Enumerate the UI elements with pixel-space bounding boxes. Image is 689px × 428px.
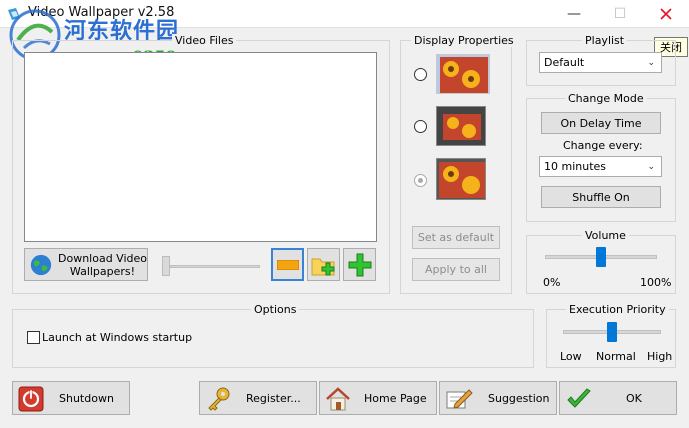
change-every-label: Change every: <box>563 139 643 152</box>
shutdown-button[interactable]: Shutdown <box>12 381 130 415</box>
launch-startup-checkbox[interactable] <box>27 331 40 344</box>
chevron-down-icon: ⌄ <box>647 58 655 68</box>
priority-normal-label: Normal <box>596 350 636 363</box>
remove-button[interactable] <box>271 248 304 281</box>
display-option-fit[interactable] <box>414 174 427 187</box>
playlist-selected: Default <box>544 56 585 69</box>
power-icon <box>18 386 44 412</box>
volume-slider-knob[interactable] <box>596 247 606 267</box>
suggestion-label: Suggestion <box>488 391 550 405</box>
video-files-label: Video Files <box>172 34 237 47</box>
download-videos-label: Download Video Wallpapers! <box>58 251 147 278</box>
checkmark-icon <box>567 388 591 408</box>
close-icon <box>660 8 672 20</box>
display-option-center[interactable] <box>414 120 427 133</box>
display-center-preview <box>436 106 486 146</box>
apply-to-all-button[interactable]: Apply to all <box>412 258 500 281</box>
ok-button[interactable]: OK <box>559 381 677 415</box>
minimize-button[interactable]: — <box>551 0 597 28</box>
video-files-list[interactable] <box>24 52 377 242</box>
minimize-icon: — <box>567 6 581 22</box>
add-file-button[interactable] <box>343 248 376 281</box>
download-videos-button[interactable]: Download Video Wallpapers! <box>24 248 148 281</box>
priority-slider-knob[interactable] <box>607 322 617 342</box>
home-icon <box>326 387 350 411</box>
mode-button[interactable]: On Delay Time <box>541 112 661 134</box>
chevron-down-icon: ⌄ <box>647 162 655 172</box>
volume-label: Volume <box>582 229 629 242</box>
priority-label: Execution Priority <box>566 303 669 316</box>
interval-select[interactable]: 10 minutes ⌄ <box>539 156 662 177</box>
playlist-label: Playlist <box>582 34 628 47</box>
minus-icon <box>276 259 299 270</box>
volume-max-label: 100% <box>640 276 672 289</box>
video-slider-thumb[interactable] <box>162 256 170 276</box>
globe-icon <box>30 254 52 275</box>
launch-startup-label: Launch at Windows startup <box>42 331 193 344</box>
display-fit-preview <box>436 158 486 200</box>
playlist-select[interactable]: Default ⌄ <box>539 52 662 73</box>
priority-high-label: High <box>647 350 673 363</box>
key-icon <box>208 387 230 411</box>
add-folder-button[interactable] <box>307 248 340 281</box>
maximize-icon: ☐ <box>613 6 627 22</box>
home-page-label: Home Page <box>364 391 427 405</box>
display-option-stretch[interactable] <box>414 68 427 81</box>
pencil-note-icon <box>446 389 473 409</box>
display-properties-label: Display Properties <box>411 34 517 47</box>
suggestion-button[interactable]: Suggestion <box>439 381 557 415</box>
priority-low-label: Low <box>560 350 582 363</box>
shutdown-label: Shutdown <box>59 391 114 405</box>
shuffle-button[interactable]: Shuffle On <box>541 186 661 208</box>
video-slider-track[interactable] <box>170 265 260 268</box>
change-mode-label: Change Mode <box>565 92 647 105</box>
home-page-button[interactable]: Home Page <box>319 381 437 415</box>
ok-label: OK <box>626 391 642 405</box>
plus-icon <box>348 253 371 276</box>
register-label: Register... <box>246 391 301 405</box>
set-as-default-button[interactable]: Set as default <box>412 226 500 249</box>
folder-add-icon <box>311 258 334 275</box>
interval-selected: 10 minutes <box>544 160 607 173</box>
register-button[interactable]: Register... <box>199 381 317 415</box>
maximize-button[interactable]: ☐ <box>597 0 643 28</box>
close-button[interactable] <box>643 0 689 28</box>
volume-min-label: 0% <box>543 276 561 289</box>
options-label: Options <box>251 303 300 316</box>
display-stretch-preview <box>436 54 490 94</box>
